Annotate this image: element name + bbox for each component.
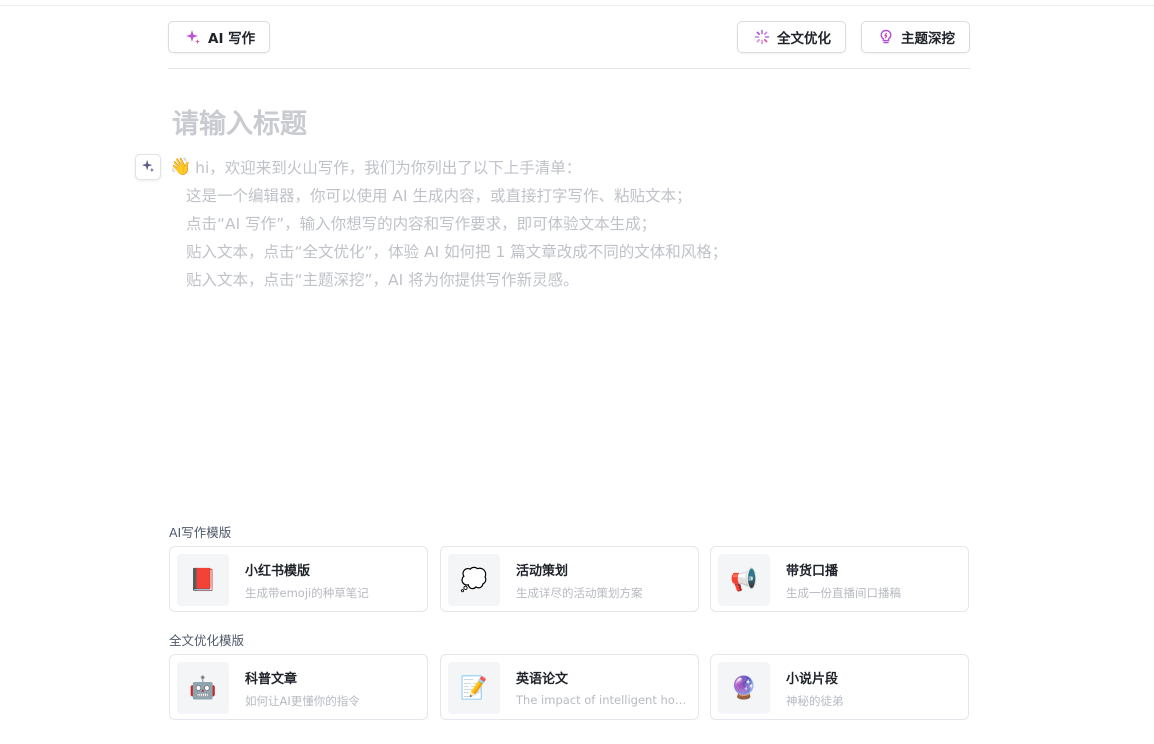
ai-assist-button[interactable] [135,154,161,180]
crystal-ball-icon: 🔮 [718,662,770,714]
top-border [0,5,1154,6]
template-card-science-article[interactable]: 🤖 科普文章 如何让AI更懂你的指令 [169,654,428,720]
onboarding-checklist: 这是一个编辑器，你可以使用 AI 生成内容，或直接打字写作、粘贴文本； 点击“A… [186,185,727,297]
thought-bubble-icon: 💭 [448,554,500,606]
magic-burst-icon [754,29,770,45]
template-title: 小红书模版 [245,564,311,579]
megaphone-icon: 📢 [718,554,770,606]
template-desc: 如何让AI更懂你的指令 [245,694,360,708]
lightbulb-icon [878,29,894,45]
template-card-livestream-script[interactable]: 📢 带货口播 生成一份直播间口播稿 [710,546,969,612]
ai-templates-label: AI写作模版 [169,525,232,540]
checklist-line: 点击“AI 写作”，输入你想写的内容和写作要求，即可体验文本生成； [186,215,657,233]
full-text-optimize-label: 全文优化 [777,31,831,47]
red-book-icon: 📕 [177,554,229,606]
title-input[interactable]: 请输入标题 [172,102,307,141]
template-title: 科普文章 [245,672,298,687]
intro-text: hi，欢迎来到火山写作，我们为你列出了以下上手清单： [195,159,582,177]
sparkle-icon [141,158,155,177]
template-desc: 生成一份直播间口播稿 [786,586,901,600]
template-title: 带货口播 [786,564,839,579]
template-card-xiaohongshu[interactable]: 📕 小红书模版 生成带emoji的种草笔记 [169,546,428,612]
robot-icon: 🤖 [177,662,229,714]
ai-template-cards: 📕 小红书模版 生成带emoji的种草笔记 💭 活动策划 生成详尽的活动策划方案… [169,546,969,612]
template-card-novel-excerpt[interactable]: 🔮 小说片段 神秘的徒弟 [710,654,969,720]
checklist-line: 贴入文本，点击“全文优化”，体验 AI 如何把 1 篇文章改成不同的文体和风格； [186,243,728,261]
template-card-event-planning[interactable]: 💭 活动策划 生成详尽的活动策划方案 [440,546,699,612]
memo-icon: 📝 [448,662,500,714]
waving-hand-icon: 👋 [170,157,192,177]
template-title: 小说片段 [786,672,839,687]
editor-toolbar: AI 写作 全文优化 主题深挖 [168,21,970,53]
optimize-templates-label: 全文优化模版 [169,633,245,648]
optimize-template-cards: 🤖 科普文章 如何让AI更懂你的指令 📝 英语论文 The impact of … [169,654,969,720]
template-desc: The impact of intelligent housing on mod… [516,693,692,707]
template-card-english-essay[interactable]: 📝 英语论文 The impact of intelligent housing… [440,654,699,720]
sparkle-icon [185,29,201,45]
intro-line[interactable]: 👋 hi，欢迎来到火山写作，我们为你列出了以下上手清单： [170,156,581,178]
toolbar-divider [168,68,970,69]
template-desc: 神秘的徒弟 [786,694,844,708]
ai-write-button[interactable]: AI 写作 [168,21,271,53]
ai-write-label: AI 写作 [208,31,256,47]
template-desc: 生成详尽的活动策划方案 [516,586,643,600]
topic-deep-dive-button[interactable]: 主题深挖 [861,21,970,53]
checklist-line: 这是一个编辑器，你可以使用 AI 生成内容，或直接打字写作、粘贴文本； [186,187,692,205]
template-title: 英语论文 [516,672,569,687]
topic-deep-dive-label: 主题深挖 [901,31,955,47]
template-desc: 生成带emoji的种草笔记 [245,586,369,600]
checklist-line: 贴入文本，点击“主题深挖”，AI 将为你提供写作新灵感。 [186,271,579,289]
full-text-optimize-button[interactable]: 全文优化 [737,21,846,53]
template-title: 活动策划 [516,564,569,579]
